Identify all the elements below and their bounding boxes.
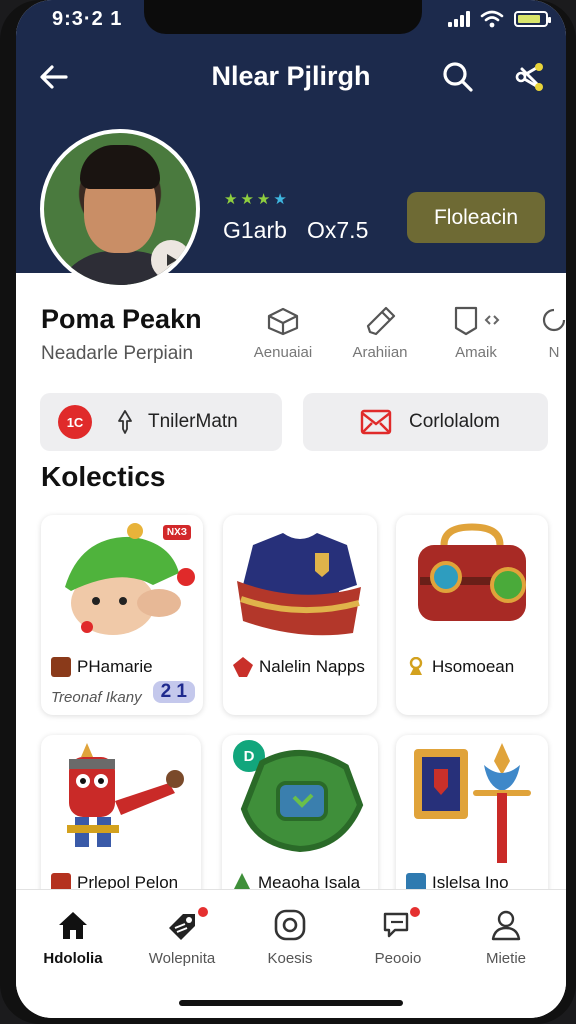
shield-icon: 1C <box>58 405 92 439</box>
user-name: Poma Peakn <box>41 304 202 334</box>
collection-card[interactable]: Prlepol Pelon <box>41 735 201 905</box>
gem-icon <box>233 657 253 677</box>
avatar-hair <box>80 145 160 189</box>
count-badge: 2 1 <box>152 681 195 703</box>
tab-label: Mietie <box>485 950 526 967</box>
card-title: Nalelin Napps <box>233 657 365 677</box>
action-refresh[interactable]: N <box>534 304 566 361</box>
tab-home[interactable]: Hdololia <box>23 908 123 967</box>
notification-dot <box>408 905 422 919</box>
play-icon[interactable] <box>151 240 191 280</box>
wifi-icon <box>480 10 504 28</box>
phone-frame: 9:3·2 1 Nlear Pjlirgh ★ ★ ★ ★ G1arb Ox7.… <box>0 0 576 1024</box>
card-title-text: Nalelin Napps <box>259 657 365 676</box>
rating-stars: ★ ★ ★ ★ <box>224 192 287 207</box>
stat-secondary: Ox7.5 <box>307 217 369 243</box>
chest-icon <box>51 657 71 677</box>
tab-messages[interactable]: Peooio <box>348 905 448 967</box>
section-title: Kolectics <box>41 461 166 492</box>
collection-card[interactable]: NXЗ PHamarie Treonaf Ikany 2 1 <box>41 515 203 715</box>
target-icon <box>274 909 306 941</box>
refresh-icon <box>542 308 566 332</box>
collection-card[interactable]: Nalelin Napps <box>223 515 377 715</box>
user-icon <box>491 910 521 941</box>
status-time: 9:3·2 1 <box>52 8 123 30</box>
bell-icon <box>409 657 423 675</box>
tab-label: Koesis <box>267 950 313 967</box>
collection-card[interactable]: Hsomoean <box>396 515 548 715</box>
card-title: PHamarie <box>51 657 153 677</box>
screen: 9:3·2 1 Nlear Pjlirgh ★ ★ ★ ★ G1arb Ox7.… <box>16 0 566 1018</box>
action-label: Amaik <box>455 344 497 361</box>
action-edit[interactable]: Arahiian <box>345 304 415 361</box>
action-label: Aenuaiai <box>253 344 313 361</box>
tab-koesis[interactable]: Koesis <box>240 908 340 967</box>
card-title: Hsomoean <box>406 657 514 677</box>
collection-card[interactable]: D Meaoha Isala <box>222 735 378 905</box>
bookmark-icon <box>454 306 500 336</box>
tab-label: Hdololia <box>43 950 103 967</box>
card-title-text: PHamarie <box>77 657 153 676</box>
star-icon: ★ <box>240 191 254 208</box>
pill-label: TnilerMatn <box>148 411 238 432</box>
box-icon <box>267 307 299 336</box>
star-icon: ★ <box>224 191 238 208</box>
star-icon: ★ <box>273 191 287 208</box>
tab-profile[interactable]: Mietie <box>456 908 556 967</box>
notification-dot <box>196 905 210 919</box>
tab-label: Peooio <box>374 950 422 967</box>
action-label: Arahiian <box>352 344 408 361</box>
staff-and-tablet-icon <box>414 743 531 863</box>
new-tag: NXЗ <box>162 525 191 540</box>
stat-primary: G1arb <box>223 217 287 243</box>
share-icon[interactable] <box>512 59 548 95</box>
bottom-tab-bar: Hdololia Wolepnita Koesis Peooio Mietie <box>16 889 566 1018</box>
card-title-text: Hsomoean <box>432 657 515 676</box>
card-subtitle: Treonaf Ikany <box>51 689 142 706</box>
mail-icon <box>360 409 392 435</box>
robot-figure-icon <box>67 743 184 847</box>
treasure-chest-icon <box>418 523 526 621</box>
signal-icon <box>448 11 470 27</box>
pill-button-tnilermatn[interactable]: 1C TnilerMatn <box>40 393 282 451</box>
status-icons <box>448 10 551 28</box>
camera-notch <box>144 0 422 34</box>
collection-card[interactable]: Islelsa Ino <box>396 735 548 905</box>
home-icon <box>59 912 87 939</box>
tag-icon <box>169 914 195 940</box>
nav-bar: Nlear Pjlirgh <box>16 55 566 99</box>
home-indicator[interactable] <box>179 1000 403 1006</box>
star-icon: ★ <box>256 191 271 208</box>
search-icon[interactable] <box>440 59 476 95</box>
page-title: Nlear Pjlirgh <box>211 61 371 91</box>
green-frame-icon <box>240 750 364 853</box>
avatar[interactable] <box>40 129 200 289</box>
pill-button-corlolalom[interactable]: Corlolalom <box>303 393 548 451</box>
action-box[interactable]: Aenuaiai <box>248 304 318 361</box>
battery-icon <box>514 11 551 27</box>
pencil-icon <box>366 306 396 336</box>
user-subtitle: Neadarle Perpiain <box>41 343 194 364</box>
tab-label: Wolepnita <box>148 950 216 967</box>
follow-button[interactable]: Floleacin <box>407 192 545 243</box>
tab-wishlist[interactable]: Wolepnita <box>132 905 232 967</box>
action-bookmark[interactable]: Amaik <box>441 304 511 361</box>
action-label: N <box>548 344 560 361</box>
shirt-icon <box>237 533 361 636</box>
pin-icon <box>118 410 132 434</box>
pill-label: Corlolalom <box>409 411 500 432</box>
